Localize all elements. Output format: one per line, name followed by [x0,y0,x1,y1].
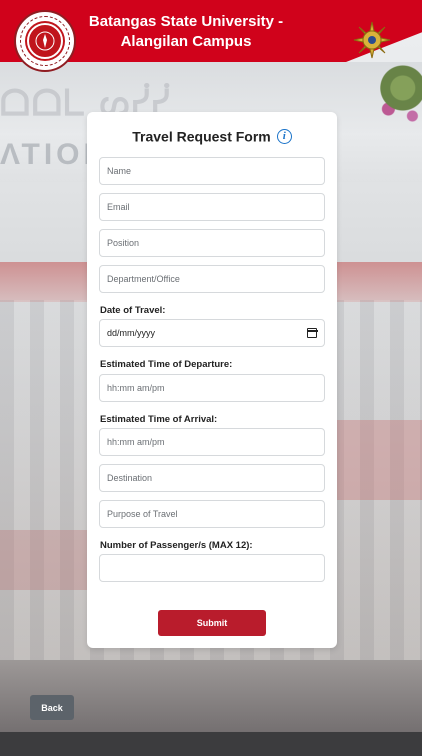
position-field[interactable] [99,229,325,257]
email-input[interactable] [107,202,317,212]
arrival-field[interactable] [99,428,325,456]
footer-bar [0,732,422,756]
department-input[interactable] [107,274,317,284]
purpose-input[interactable] [107,509,317,519]
form-title: Travel Request Form i [87,127,337,144]
passengers-input[interactable] [107,563,317,573]
destination-field[interactable] [99,464,325,492]
departure-label: Estimated Time of Departure: [100,359,233,370]
date-label: Date of Travel: [100,305,166,316]
header-title: Batangas State University - Alangilan Ca… [86,12,286,52]
header-title-line2: Alangilan Campus [120,33,252,50]
arrival-label: Estimated Time of Arrival: [100,414,218,425]
name-field[interactable] [99,157,325,185]
university-seal-icon [14,10,76,72]
form-title-text: Travel Request Form [132,128,271,145]
flowering-plant [374,60,422,130]
header-title-line1: Batangas State University - [88,13,284,30]
travel-request-form: Travel Request Form i Date of Travel: dd/… [87,112,337,648]
destination-input[interactable] [107,473,317,483]
calendar-icon[interactable] [306,328,318,338]
position-input[interactable] [107,238,317,248]
info-icon[interactable]: i [276,128,292,144]
name-input[interactable] [107,166,317,176]
passengers-label: Number of Passenger/s (MAX 12): [100,540,253,551]
arrival-input[interactable] [107,437,317,447]
departure-field[interactable] [99,374,325,402]
date-field[interactable]: dd/mm/yyyy [99,319,325,347]
departure-input[interactable] [107,383,317,393]
back-button[interactable]: Back [30,695,74,720]
email-field[interactable] [99,193,325,221]
purpose-field[interactable] [99,500,325,528]
passengers-field[interactable] [99,554,325,582]
campus-emblem-icon [352,20,392,60]
red-structure-left [0,530,90,590]
submit-button[interactable]: Submit [158,610,266,636]
red-structure [330,420,422,500]
department-field[interactable] [99,265,325,293]
date-value: dd/mm/yyyy [107,328,156,338]
